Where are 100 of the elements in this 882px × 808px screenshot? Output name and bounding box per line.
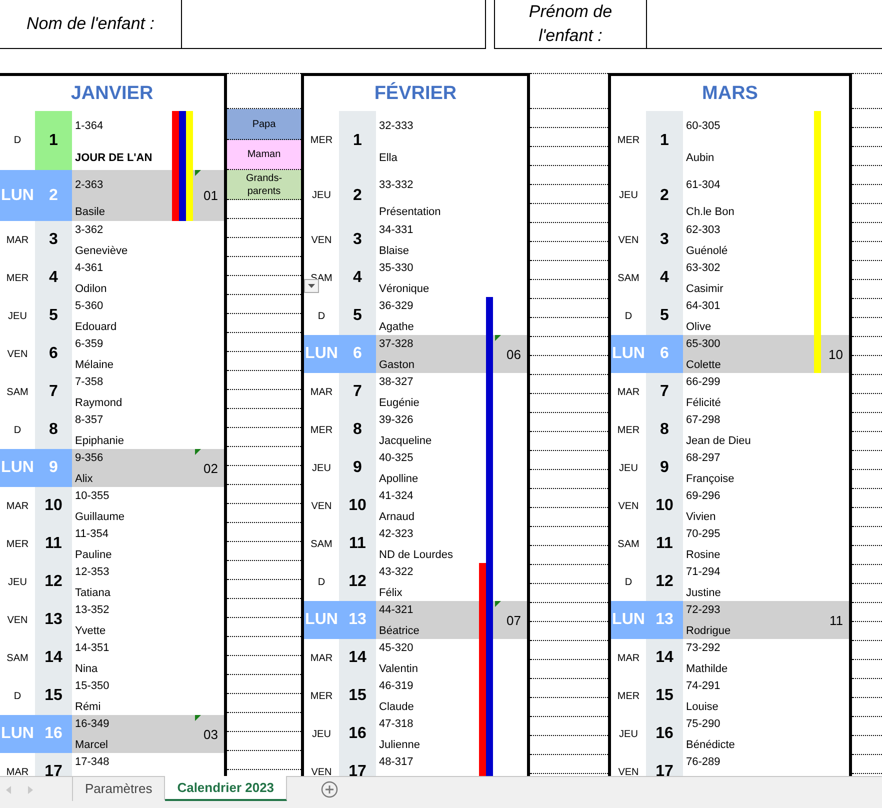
day-number: 1 <box>646 111 683 170</box>
day-number: 14 <box>339 639 376 677</box>
day-code: 37-328 <box>379 337 414 351</box>
day-code: 4-361 <box>75 261 104 275</box>
saint-name: Félix <box>379 586 404 600</box>
weekday-cell: LUN <box>611 335 646 373</box>
saint-name: Apolline <box>379 472 420 486</box>
day-code: 68-297 <box>686 451 722 465</box>
day-code: 75-290 <box>686 717 722 731</box>
saint-name: Blaise <box>379 244 410 258</box>
sheet-tab[interactable]: Calendrier 2023 <box>165 776 288 801</box>
weekday-cell-text: MAR <box>309 652 334 666</box>
saint-name: Nina <box>75 662 99 676</box>
day-code: 7-358 <box>75 375 104 389</box>
legend-label: Grands-parents <box>227 170 301 200</box>
add-sheet-button[interactable] <box>321 781 338 798</box>
field-label: Prénom de l'enfant : <box>528 1 614 47</box>
day-code: 3-362 <box>75 223 104 237</box>
saint-name: Rodrigue <box>686 624 732 638</box>
weekday-cell-text: SAM <box>6 386 30 400</box>
day-code: 63-302 <box>686 261 722 275</box>
day-number: 17 <box>339 753 376 776</box>
saint-name: Françoise <box>686 472 736 486</box>
month-title: JANVIER <box>70 82 154 106</box>
day-code: 1-364 <box>75 119 104 133</box>
weekday-cell-text: JEU <box>618 462 639 476</box>
day-code: 32-333 <box>379 119 414 133</box>
weekday-cell-text: D <box>316 310 326 324</box>
saint-name: Odilon <box>75 282 108 296</box>
saint-name: Gaston <box>379 358 416 372</box>
day-number: 7 <box>35 373 72 411</box>
day-number: 12 <box>646 563 683 601</box>
day-code: 33-332 <box>379 178 414 192</box>
saint-name: Justine <box>686 586 722 600</box>
saint-name: Vivien <box>686 510 717 524</box>
legend-label: Papa <box>227 109 301 140</box>
day-number: 10 <box>339 487 376 525</box>
day-number: 6 <box>339 335 376 373</box>
legend-label: Maman <box>227 140 301 170</box>
day-code: 8-357 <box>75 413 104 427</box>
saint-name: Casimir <box>686 282 724 296</box>
weekday-cell-text: JEU <box>618 189 639 203</box>
day-code: 74-291 <box>686 679 722 693</box>
day-number: 5 <box>339 297 376 335</box>
day-code: 35-330 <box>379 261 414 275</box>
day-number: 13 <box>339 601 376 639</box>
day-code: 16-349 <box>75 717 110 731</box>
weekday-cell-text: MAR <box>309 386 334 400</box>
day-number: 3 <box>646 221 683 259</box>
saint-name: Présentation <box>379 205 442 219</box>
day-number: 1 <box>35 111 72 170</box>
weekday-cell-text: JEU <box>311 728 332 742</box>
day-number: 2 <box>646 170 683 221</box>
day-number: 9 <box>339 449 376 487</box>
weekday-cell-text: MER <box>5 538 30 552</box>
weekday-cell-text: MER <box>5 272 30 286</box>
saint-name: ND de Lourdes <box>379 548 454 562</box>
day-number: 9 <box>35 449 72 487</box>
day-number: 15 <box>35 677 72 715</box>
weekday-cell-text: JEU <box>311 462 332 476</box>
day-code: 38-327 <box>379 375 414 389</box>
weekday-cell-text: JEU <box>7 576 28 590</box>
day-number: 16 <box>35 715 72 753</box>
day-number: 6 <box>35 335 72 373</box>
day-code: 60-305 <box>686 119 722 133</box>
saint-name: Félicité <box>686 396 722 410</box>
weekday-cell: LUN <box>304 335 339 373</box>
saint-name: Epiphanie <box>75 434 125 448</box>
day-number: 11 <box>35 525 72 563</box>
saint-name: Eugénie <box>379 396 420 410</box>
day-number: 3 <box>339 221 376 259</box>
saint-name: Edouard <box>75 320 118 334</box>
caret-icon <box>308 284 315 288</box>
day-number: 4 <box>646 259 683 297</box>
weekday-cell: LUN <box>304 601 339 639</box>
saint-name: Julienne <box>379 738 421 752</box>
plus-icon <box>321 781 338 798</box>
day-code: 5-360 <box>75 299 104 313</box>
weekday-cell-text: MER <box>616 690 641 704</box>
month-title: MARS <box>701 82 759 106</box>
saint-name: Jean de Dieu <box>686 434 752 448</box>
weekday-cell-text: D <box>624 310 634 324</box>
day-number: 2 <box>339 170 376 221</box>
day-code: 9-356 <box>75 451 104 465</box>
day-code: 67-298 <box>686 413 722 427</box>
weekday-cell-text: JEU <box>618 728 639 742</box>
day-number: 7 <box>646 373 683 411</box>
day-number: 4 <box>339 259 376 297</box>
weekday-cell-text: VEN <box>617 766 640 776</box>
day-number: 5 <box>646 297 683 335</box>
week-number: 07 <box>506 612 521 628</box>
weekday-cell-text: MAR <box>5 500 30 514</box>
day-number: 8 <box>646 411 683 449</box>
day-code: 66-299 <box>686 375 722 389</box>
weekday-cell-text: D <box>12 690 22 704</box>
dropdown-button[interactable] <box>304 279 319 293</box>
day-code: 12-353 <box>75 565 110 579</box>
saint-name: Véronique <box>379 282 430 296</box>
saint-name: Louise <box>686 700 720 714</box>
day-code: 39-326 <box>379 413 414 427</box>
